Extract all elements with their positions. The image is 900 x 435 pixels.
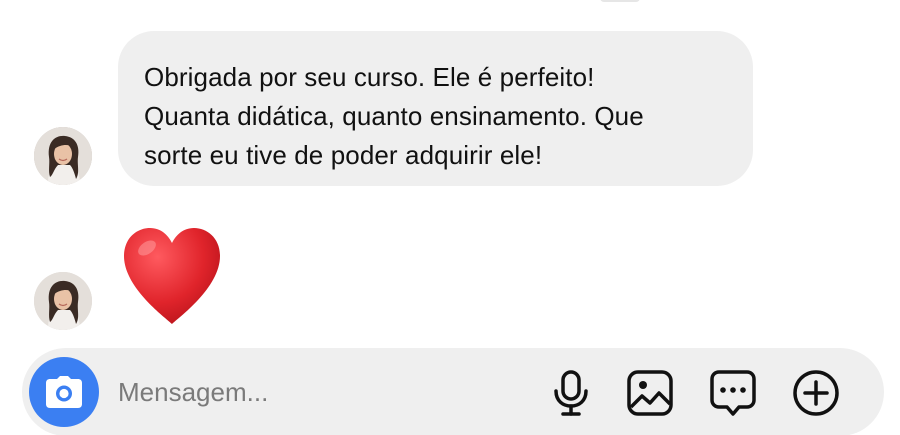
message-composer xyxy=(22,348,884,435)
message-line: Obrigada por seu curso. Ele é perfeito! xyxy=(144,62,595,92)
message-bubble[interactable]: Obrigada por seu curso. Ele é perfeito! … xyxy=(118,31,753,186)
sender-avatar[interactable] xyxy=(34,127,92,185)
red-heart-icon[interactable] xyxy=(120,226,224,326)
more-options-button[interactable] xyxy=(791,368,841,418)
camera-icon xyxy=(46,376,82,408)
sender-avatar[interactable] xyxy=(34,272,92,330)
message-input[interactable] xyxy=(118,370,518,414)
previous-message-edge xyxy=(600,0,640,2)
sticker-icon xyxy=(710,370,756,416)
microphone-icon xyxy=(554,370,588,416)
gallery-button[interactable] xyxy=(625,368,675,418)
chat-thread: Obrigada por seu curso. Ele é perfeito! … xyxy=(0,0,900,435)
avatar-photo xyxy=(34,127,92,185)
message-line: Quanta didática, quanto ensinamento. Que xyxy=(144,101,644,131)
avatar-photo xyxy=(34,272,92,330)
voice-message-button[interactable] xyxy=(546,368,596,418)
image-icon xyxy=(627,370,673,416)
plus-circle-icon xyxy=(793,370,839,416)
message-line: sorte eu tive de poder adquirir ele! xyxy=(144,140,543,170)
sticker-button[interactable] xyxy=(708,368,758,418)
camera-button[interactable] xyxy=(29,357,99,427)
